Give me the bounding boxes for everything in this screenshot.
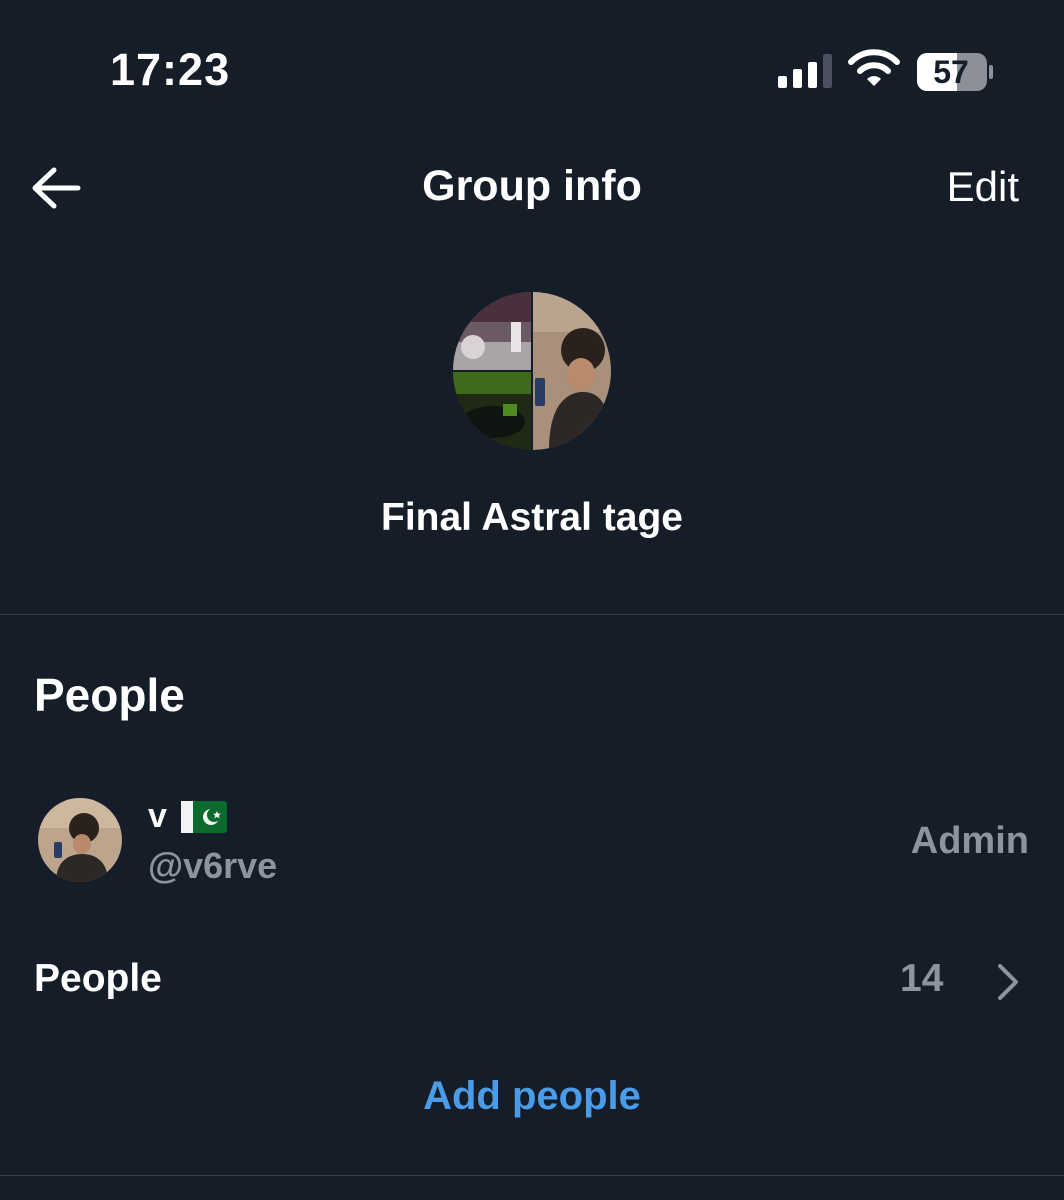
chevron-right-icon xyxy=(998,964,1018,1000)
people-count: 14 xyxy=(900,957,944,1000)
section-title-people: People xyxy=(34,669,185,721)
edit-button[interactable]: Edit xyxy=(947,163,1019,211)
role-badge: Admin xyxy=(910,820,1029,862)
status-time: 17:23 xyxy=(110,44,231,95)
battery-level: 57 xyxy=(933,53,969,90)
divider xyxy=(0,614,1064,615)
page-title: Group info xyxy=(422,162,642,210)
add-people-button[interactable]: Add people xyxy=(0,1074,1064,1119)
divider xyxy=(0,1175,1064,1176)
cellular-signal-icon xyxy=(778,52,832,88)
people-row-label: People xyxy=(34,957,162,1000)
group-name: Final Astral tage xyxy=(381,496,683,539)
avatar[interactable] xyxy=(38,798,122,882)
pakistan-flag-icon xyxy=(180,800,227,833)
group-avatar[interactable] xyxy=(453,292,611,450)
group-avatar-image xyxy=(453,292,611,450)
wifi-icon xyxy=(848,49,900,86)
member-handle: @v6rve xyxy=(148,845,278,886)
avatar-image xyxy=(38,798,122,882)
member-name-group: v xyxy=(148,797,227,836)
member-name: v xyxy=(148,797,167,835)
